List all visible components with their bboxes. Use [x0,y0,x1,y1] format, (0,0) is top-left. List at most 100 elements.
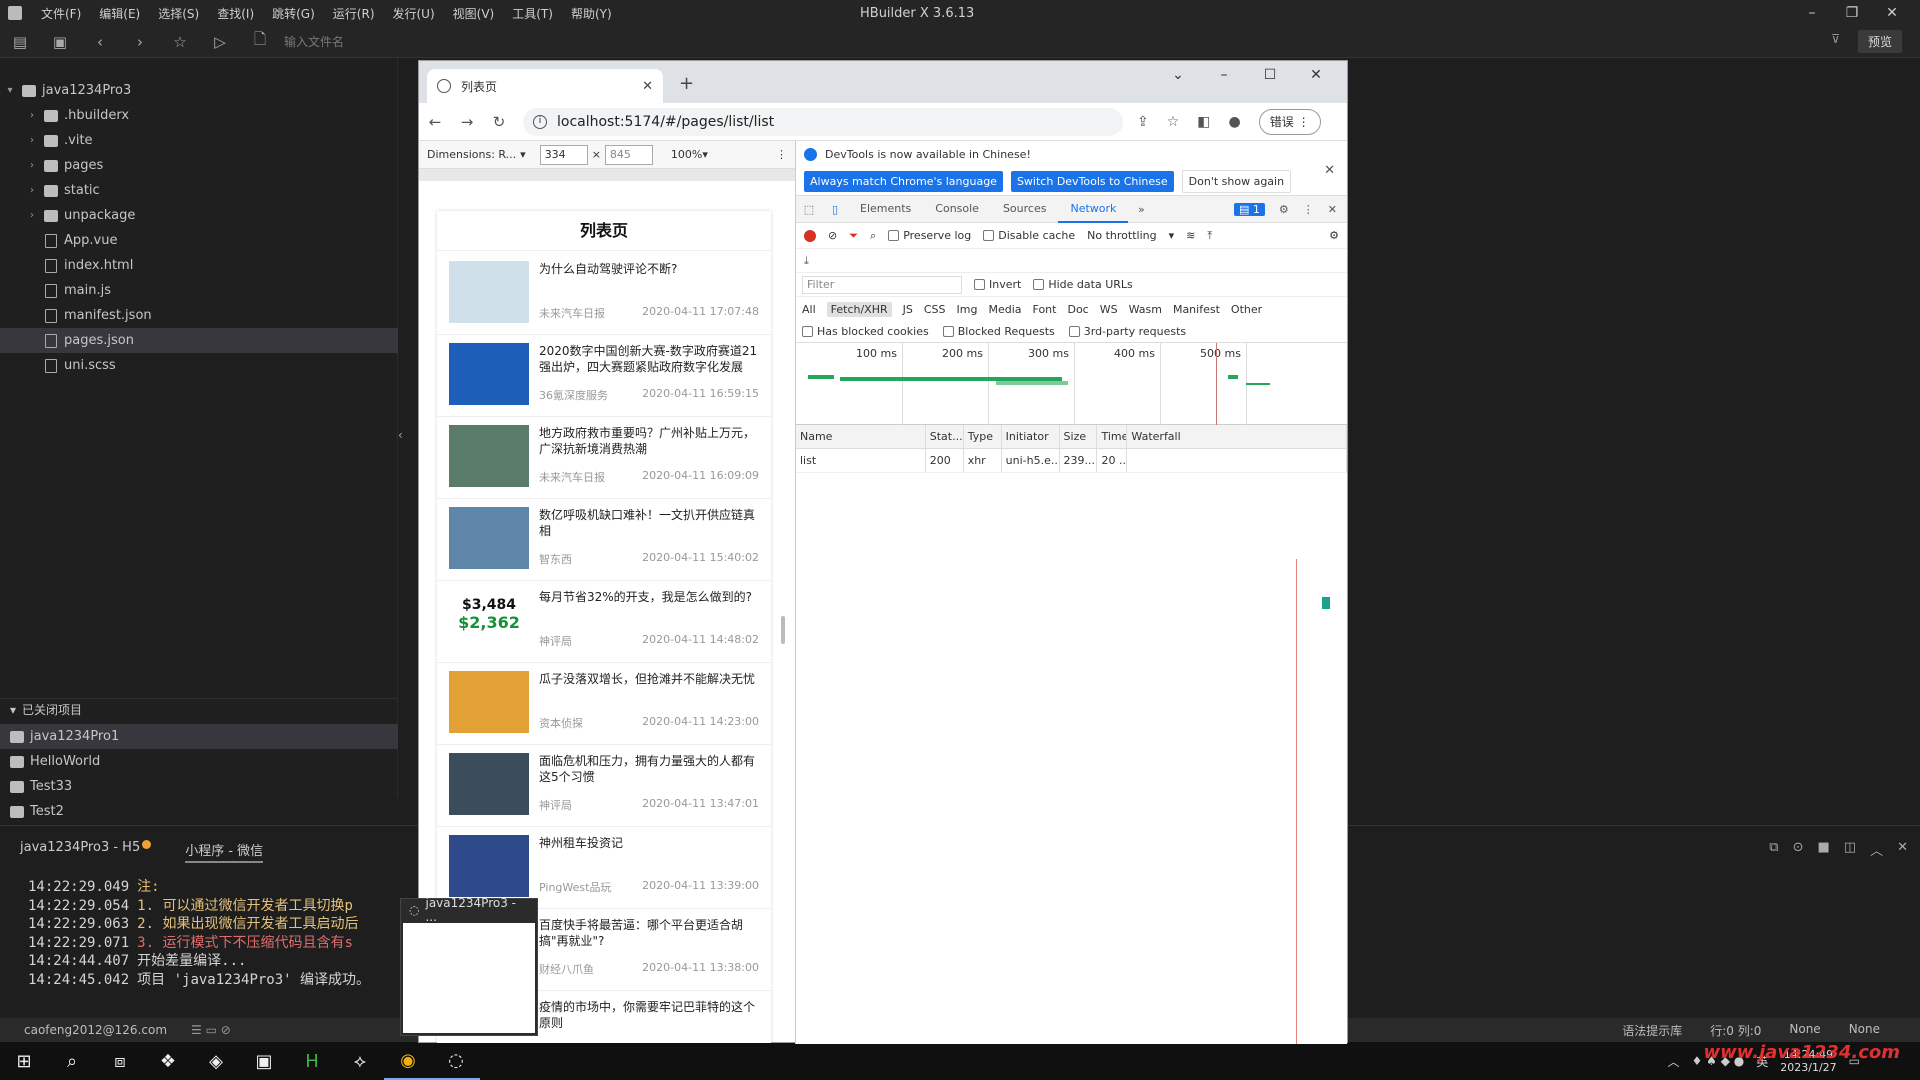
close-icon[interactable]: ✕ [1293,67,1339,83]
column-header[interactable]: Time [1097,425,1128,448]
type-filter-all[interactable]: All [802,303,816,316]
app-icon-1[interactable]: ❖ [144,1042,192,1080]
browser-tab[interactable]: 列表页 ✕ [427,69,663,103]
column-header[interactable]: Waterfall [1127,425,1347,448]
menu-publish[interactable]: 发行(U) [384,5,444,22]
hide-data-urls-checkbox[interactable]: Hide data URLs [1033,278,1133,291]
menu-tools[interactable]: 工具(T) [503,5,562,22]
star-icon[interactable]: ☆ [160,33,200,51]
blocked-requests-checkbox[interactable]: Blocked Requests [942,325,1055,338]
window-thumbnail[interactable] [403,923,535,1033]
issues-badge[interactable]: ▤ 1 [1234,202,1265,216]
profile-icon[interactable]: ● [1229,114,1241,130]
preserve-log-checkbox[interactable]: Preserve log [888,229,971,242]
news-item[interactable]: 2020数字中国创新大赛-数字政府赛道21强出炉，四大赛题紧贴政府数字化发展 36… [437,335,771,417]
network-overview[interactable]: 100 ms 200 ms 300 ms 400 ms 500 ms [796,343,1347,425]
inspect-icon[interactable]: ⬚ [796,203,822,216]
copy-icon[interactable]: ⧉ [1769,840,1778,859]
news-item[interactable]: 瓜子没落双增长，但抢滩并不能解决无忧 资本侦探 2020-04-11 14:23:0… [437,663,771,745]
tab-search-icon[interactable]: ⌄ [1155,67,1201,83]
new-tab-icon[interactable]: + [679,73,694,94]
file-search-input[interactable]: 输入文件名 [284,33,344,50]
type-filter-ws[interactable]: WS [1100,303,1118,316]
chrome-taskbar-icon[interactable]: ◉ [384,1042,432,1080]
console-tab-weixin[interactable]: 小程序 - 微信 [185,840,264,863]
device-height-input[interactable]: 845 [604,144,653,165]
news-item[interactable]: 面临危机和压力，拥有力量强大的人都有这5个习惯 神评局 2020-04-11 13:… [437,745,771,827]
close-panel-icon[interactable]: ✕ [1897,840,1908,859]
app-icon-4[interactable]: ⟡ [336,1042,384,1080]
sidebar-item[interactable]: › pages [0,153,398,178]
column-header[interactable]: Size [1060,425,1098,448]
reload-icon[interactable]: ↻ [483,113,515,131]
closed-project-item[interactable]: java1234Pro1 [0,724,398,749]
close-icon[interactable]: ✕ [1872,2,1912,24]
type-filter-manifest[interactable]: Manifest [1173,303,1220,316]
minimize-icon[interactable]: – [1792,2,1832,24]
type-filter-js[interactable]: JS [903,303,913,316]
tray-expand-icon[interactable]: ︿ [1668,1053,1680,1070]
more-icon[interactable]: ⋮ [1303,203,1314,216]
forward-icon[interactable]: › [120,33,160,51]
chevron-up-icon[interactable]: ︿ [1870,840,1883,859]
taskbar-preview-popup[interactable]: ◌ java1234Pro3 - ... [400,896,538,1036]
menu-edit[interactable]: 编辑(E) [90,5,149,22]
sidebar-item[interactable]: pages.json [0,328,398,353]
closed-projects-header[interactable]: ▾ 已关闭项目 [0,698,398,720]
wifi-icon[interactable]: ≋ [1186,229,1195,242]
news-item[interactable]: 为什么自动驾驶评论不断? 未来汽车日报 2020-04-11 17:07:48 [437,253,771,335]
error-button[interactable]: 错误 ⋮ [1258,108,1321,135]
closed-project-item[interactable]: Test33 [0,774,398,799]
menu-file[interactable]: 文件(F) [32,5,90,22]
run-icon[interactable]: ▷ [200,33,240,51]
search-icon[interactable]: ⌕ [870,229,876,243]
search-icon[interactable]: ⌕ [48,1042,96,1080]
sidebar-item[interactable]: manifest.json [0,303,398,328]
column-header[interactable]: Initiator [1002,425,1060,448]
sidebar-item[interactable]: › .vite [0,128,398,153]
back-icon[interactable]: ← [419,113,451,131]
save-icon[interactable]: ▣ [40,33,80,51]
type-filter-doc[interactable]: Doc [1067,303,1088,316]
resize-handle[interactable] [781,616,785,644]
type-filter-media[interactable]: Media [988,303,1021,316]
type-filter-img[interactable]: Img [957,303,978,316]
type-filter-fetchxhr[interactable]: Fetch/XHR [826,301,892,317]
sidebar-item[interactable]: › .hbuilderx [0,103,398,128]
url-input[interactable]: i localhost:5174/#/pages/list/list [523,107,1123,136]
settings-icon[interactable]: ⚙ [1279,203,1289,216]
hbuilder-taskbar-icon[interactable]: H [288,1042,336,1080]
menu-select[interactable]: 选择(S) [149,5,208,22]
preview-button[interactable]: 预览 [1857,30,1902,53]
sidebar-item[interactable]: main.js [0,278,398,303]
sidebar-item[interactable]: App.vue [0,228,398,253]
filter-icon[interactable]: ⊽ [1831,32,1840,46]
column-header[interactable]: Type [964,425,1002,448]
tab-close-icon[interactable]: ✕ [642,79,653,94]
menu-help[interactable]: 帮助(Y) [562,5,621,22]
sidebar-item[interactable]: › unpackage [0,203,398,228]
blocked-cookies-checkbox[interactable]: Has blocked cookies [802,325,929,338]
network-settings-icon[interactable]: ⚙ [1329,229,1339,242]
wechat-devtools-taskbar-icon[interactable]: ◌ [432,1042,480,1080]
column-header[interactable]: Name [796,425,926,448]
type-filter-css[interactable]: CSS [924,303,946,316]
task-view-icon[interactable]: ⧈ [96,1042,144,1080]
closed-project-item[interactable]: Test2 [0,799,398,824]
project-root[interactable]: ▾ java1234Pro3 [0,78,398,103]
app-icon-2[interactable]: ◈ [192,1042,240,1080]
window-icon[interactable]: ◫ [1844,840,1856,859]
minimize-icon[interactable]: – [1201,67,1247,83]
network-request-row[interactable]: list 200 xhr uni-h5.e... 239... 20 ... [796,449,1347,473]
site-info-icon[interactable]: i [533,114,547,129]
dont-show-again-button[interactable]: Don't show again [1181,169,1292,193]
status-language[interactable]: None [1849,1022,1880,1039]
download-icon[interactable]: ⤓ [804,254,809,268]
menu-run[interactable]: 运行(R) [324,5,384,22]
news-item[interactable]: $3,484 $2,362 每月节省32%的开支，我是怎么做到的? 神评局 2020-0… [437,581,771,663]
device-toggle-icon[interactable]: ▯ [822,203,848,216]
app-icon-3[interactable]: ▣ [240,1042,288,1080]
menu-find[interactable]: 查找(I) [208,5,263,22]
zoom-select[interactable]: 100% [671,148,702,161]
match-language-button[interactable]: Always match Chrome's language [804,170,1003,192]
